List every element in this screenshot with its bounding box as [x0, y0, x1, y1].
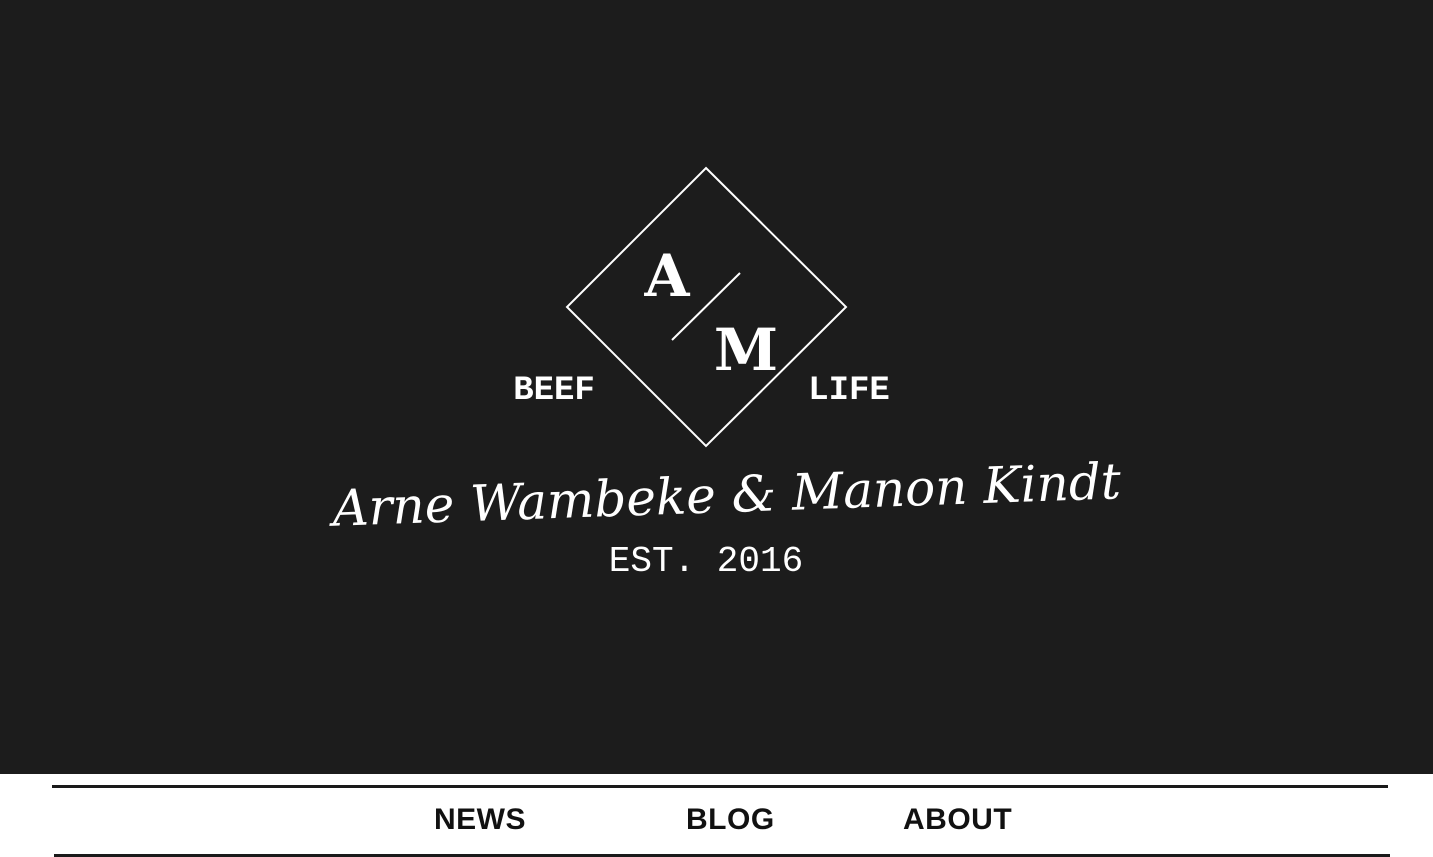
logo-signature: Arne Wambeke & Manon Kindt — [327, 452, 1122, 538]
logo-word-right: LIFE — [808, 372, 890, 410]
logo-established: EST. 2016 — [609, 541, 803, 582]
logo-word-left: BEEF — [513, 372, 595, 410]
logo-initial-top: A — [643, 242, 690, 310]
main-navigation: NEWS BLOG ABOUT — [0, 774, 1433, 857]
nav-link-blog[interactable]: BLOG — [686, 802, 775, 838]
hero-banner: A M BEEF LIFE Arne Wambeke & Manon Kindt… — [0, 0, 1433, 774]
brand-logo: A M BEEF LIFE Arne Wambeke & Manon Kindt… — [327, 166, 1123, 582]
logo-initial-bottom: M — [714, 316, 778, 384]
nav-link-news[interactable]: NEWS — [434, 802, 526, 838]
nav-divider-top — [52, 785, 1388, 788]
nav-link-about[interactable]: ABOUT — [903, 802, 1012, 838]
